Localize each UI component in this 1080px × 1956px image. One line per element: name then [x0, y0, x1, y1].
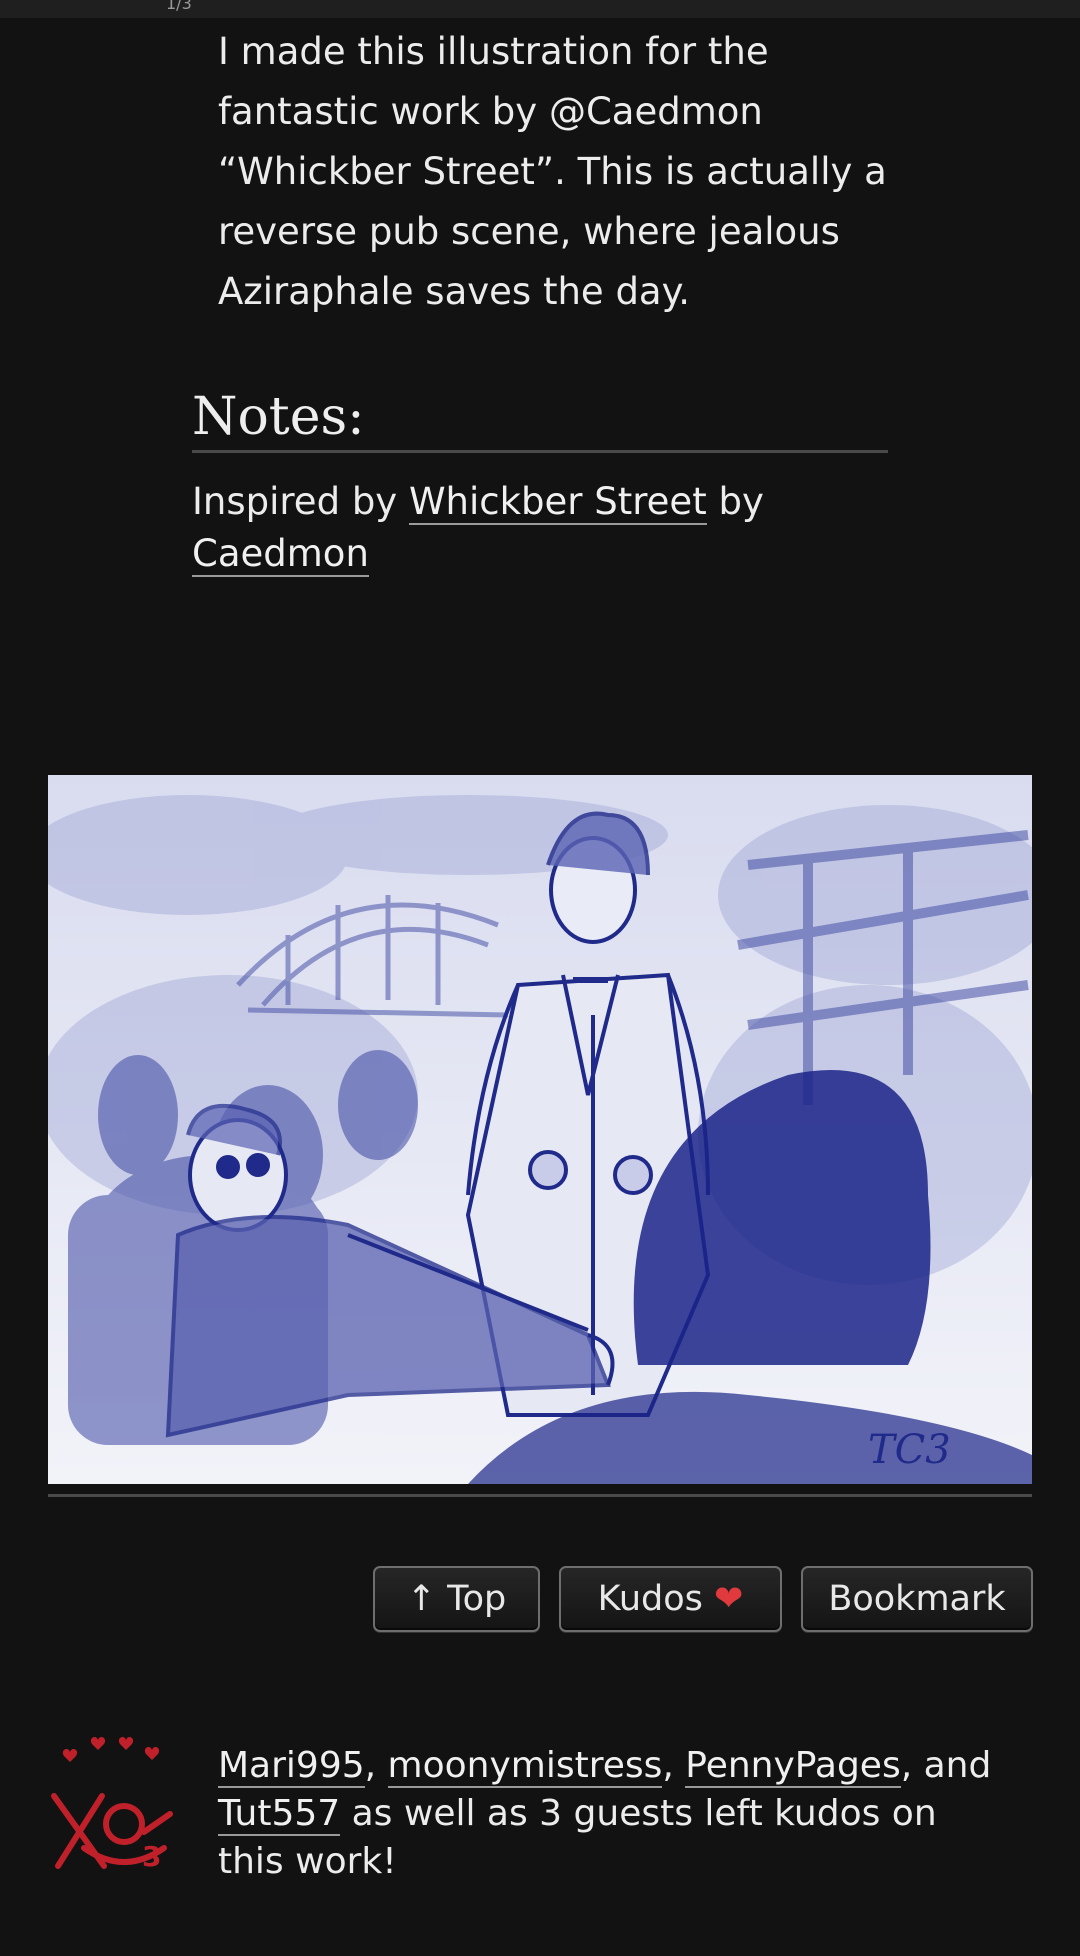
bookmark-button[interactable]: Bookmark — [801, 1566, 1033, 1632]
kudos-button-label: Kudos — [597, 1579, 703, 1619]
artist-signature: TC3 — [868, 1427, 951, 1473]
notes-body: Inspired by Whickber Street by Caedmon — [192, 476, 912, 580]
kudos-list: Mari995, moonymistress, PennyPages, and … — [218, 1742, 1008, 1886]
work-summary: I made this illustration for the fantast… — [218, 30, 887, 313]
user-avatar: 3 — [44, 1736, 184, 1876]
top-status-bar: 1/3 — [0, 0, 1080, 18]
notes-prefix: Inspired by — [192, 480, 409, 523]
status-stub: 1/3 — [166, 0, 192, 13]
inspired-work-link[interactable]: Whickber Street — [408, 480, 707, 525]
notes-heading: Notes: — [192, 384, 888, 453]
kudos-user-link[interactable]: moonymistress — [387, 1745, 663, 1788]
kudos-separator: , and — [900, 1745, 992, 1786]
notes-by: by — [706, 480, 764, 523]
artwork-illustration: TC3 — [48, 775, 1032, 1484]
kudos-button[interactable]: Kudos ❤ — [559, 1566, 782, 1632]
section-divider — [48, 1494, 1032, 1497]
kudos-separator: , — [662, 1745, 686, 1786]
kudos-user-link[interactable]: PennyPages — [685, 1745, 901, 1788]
inspired-author-link[interactable]: Caedmon — [192, 532, 369, 577]
top-button[interactable]: ↑ Top — [373, 1566, 540, 1632]
heart-icon: ❤ — [714, 1579, 744, 1619]
svg-text:3: 3 — [142, 1840, 161, 1873]
kudos-user-link[interactable]: Mari995 — [218, 1745, 365, 1788]
kudos-user-link[interactable]: Tut557 — [218, 1793, 341, 1836]
kudos-separator: , — [364, 1745, 388, 1786]
